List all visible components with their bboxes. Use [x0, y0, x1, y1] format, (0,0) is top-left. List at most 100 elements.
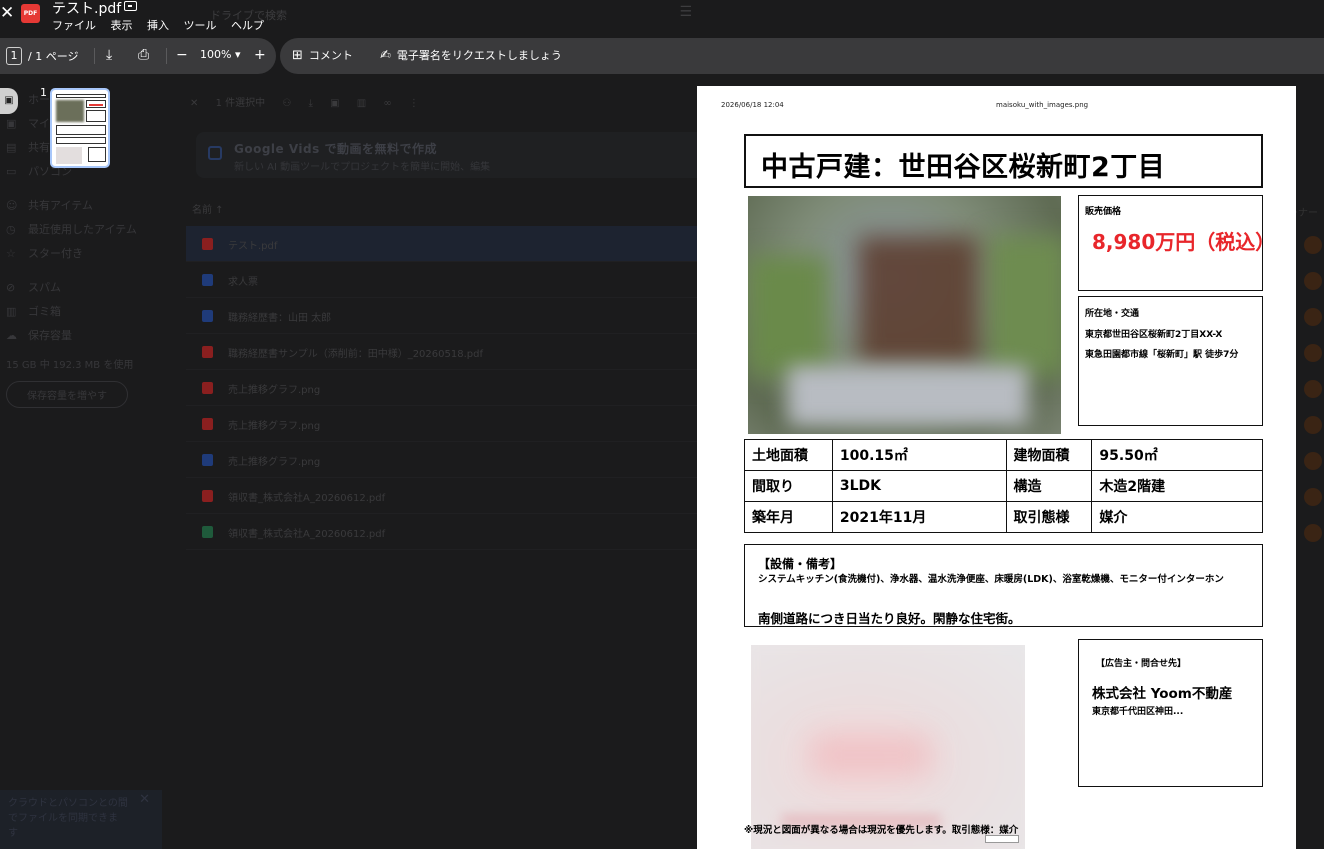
menu-insert[interactable]: 挿入: [147, 19, 169, 32]
promo-subtitle: 新しい AI 動画ツールでプロジェクトを簡単に開始、編集: [234, 162, 491, 173]
menu-bar: ファイル 表示 挿入 ツール ヘルプ: [52, 17, 275, 33]
spec-value: 木造2階建: [1091, 470, 1263, 502]
sidebar-item-label: 最近使用したアイテム: [28, 223, 137, 236]
move-to-drive-icon[interactable]: [124, 1, 137, 11]
table-row: 領収書_株式会社A_20260612.pdf: [186, 478, 706, 514]
sidebar-item-starred: ☆ スター付き: [0, 242, 165, 266]
avatar: [1304, 272, 1322, 290]
menu-file[interactable]: ファイル: [52, 19, 96, 32]
file-name: テスト.pdf: [228, 241, 278, 252]
sidebar-item-trash: ▥ ゴミ箱: [0, 300, 165, 324]
spam-icon: ⊘: [6, 281, 16, 294]
clock-icon: ◷: [6, 223, 16, 236]
table-row: 売上推移グラフ.png: [186, 406, 706, 442]
promo-title: Google Vids で動画を無料で作成: [234, 142, 437, 156]
table-row: 領収書_株式会社A_20260612.pdf: [186, 514, 706, 550]
table-row: テスト.pdf: [186, 226, 706, 262]
avatar: [1304, 452, 1322, 470]
spec-label: 間取り: [744, 470, 833, 502]
file-name: 売上推移グラフ.png: [228, 457, 321, 468]
sidebar-item-recent: ◷ 最近使用したアイテム: [0, 218, 165, 242]
column-header-name: 名前 ↑: [192, 205, 224, 216]
advertiser-name: 株式会社 Yoom不動産: [1092, 686, 1233, 702]
toolbar-divider: [94, 48, 95, 64]
vids-icon: [208, 146, 222, 160]
print-filename: maisoku_with_images.png: [996, 101, 1089, 109]
file-name: 領収書_株式会社A_20260612.pdf: [228, 529, 386, 540]
sync-notification: クラウドとパソコンとの間 でファイルを同期できま す ✕: [0, 790, 162, 849]
download-icon: ⤓: [308, 98, 313, 109]
notify-line: す: [8, 828, 18, 839]
file-name: 売上推移グラフ.png: [228, 385, 321, 396]
page-total: / 1 ページ: [28, 50, 79, 63]
thumb-notes-block: [56, 137, 106, 144]
owner-avatars: [1304, 236, 1324, 560]
zoom-in-icon[interactable]: +: [254, 46, 266, 64]
file-type-icon: [202, 382, 213, 394]
vids-promo-banner: Google Vids で動画を無料で作成 新しい AI 動画ツールでプロジェク…: [196, 132, 716, 178]
spec-label: 築年月: [744, 501, 833, 533]
file-type-icon: [202, 346, 213, 358]
file-type-icon: [202, 490, 213, 502]
page-thumbnail[interactable]: [50, 88, 110, 168]
avatar: [1304, 308, 1322, 326]
file-type-icon: [202, 274, 213, 286]
page-footer-note: ※現況と図面が異なる場合は現況を優先します。取引態様：媒介: [744, 825, 1019, 836]
notify-line: クラウドとパソコンとの間: [8, 798, 128, 809]
thumb-advertiser-block: [88, 147, 106, 162]
zoom-level-select[interactable]: 100% ▾: [200, 48, 240, 61]
viewer-titlebar: ✕ PDF テスト.pdf ファイル 表示 挿入 ツール ヘルプ: [0, 0, 400, 36]
notes-body: システムキッチン(食洗機付)、浄水器、温水洗浄便座、床暖房(LDK)、浴室乾燥機…: [758, 574, 1224, 585]
spec-label: 土地面積: [744, 439, 833, 471]
thumb-location-block: [86, 110, 106, 122]
thumbnails-toggle-icon[interactable]: ▣: [0, 88, 18, 114]
sidebar-item-storage: ☁ 保存容量: [0, 324, 165, 348]
star-icon: ☆: [6, 247, 16, 260]
zoom-out-icon[interactable]: −: [176, 46, 188, 64]
table-row: 職務経歴書サンプル（添削前：田中様）_20260518.pdf: [186, 334, 706, 370]
share-icon: ⚇: [282, 98, 292, 109]
page-controls: 1 / 1 ページ ⤓ ⎙ − 100% ▾ +: [0, 38, 276, 74]
table-row: 売上推移グラフ.png: [186, 442, 706, 478]
print-date: 2026/06/18 12:04: [721, 101, 784, 109]
download-icon[interactable]: ⤓: [106, 46, 112, 64]
annotation-controls: ⊞ コメント ✍ 電子署名をリクエストしましょう: [280, 38, 1324, 74]
selection-toolbar: ✕ 1 件選択中 ⚇ ⤓ ▣ ▥ ∞ ⋮: [190, 94, 690, 109]
comment-button[interactable]: ⊞ コメント: [292, 47, 353, 64]
avatar: [1304, 416, 1322, 434]
thumb-table-block: [56, 125, 106, 135]
location-address: 東京都世田谷区桜新町2丁目XX-X: [1085, 330, 1223, 340]
map-scale-bar: [985, 835, 1019, 843]
spec-label: 構造: [1005, 470, 1093, 502]
notes-emphasis: 南側道路につき日当たり良好。閑静な住宅街。: [758, 611, 1021, 626]
menu-view[interactable]: 表示: [111, 19, 133, 32]
spec-value: 媒介: [1091, 501, 1263, 533]
table-row: 売上推移グラフ.png: [186, 370, 706, 406]
file-name: 職務経歴書サンプル（添削前：田中様）_20260518.pdf: [228, 349, 483, 360]
clear-selection-icon: ✕: [190, 98, 199, 109]
advertiser-label: 【広告主・問合せ先】: [1096, 659, 1187, 669]
signature-icon: ✍: [380, 48, 391, 63]
thumb-map: [56, 147, 82, 164]
price-label: 販売価格: [1085, 207, 1122, 217]
location-label: 所在地・交通: [1085, 309, 1140, 319]
pdf-file-icon: PDF: [21, 4, 40, 23]
menu-help[interactable]: ヘルプ: [231, 19, 264, 32]
esignature-button[interactable]: ✍ 電子署名をリクエストしましょう: [380, 47, 562, 64]
close-icon: ✕: [139, 792, 150, 807]
menu-tools[interactable]: ツール: [184, 19, 217, 32]
price-box: 販売価格 8,980万円（税込）: [1078, 195, 1275, 291]
notes-heading: 【設備・備考】: [758, 557, 843, 571]
table-row: 築年月 2021年11月 取引態様 媒介: [744, 501, 1263, 533]
file-name: 領収書_株式会社A_20260612.pdf: [228, 493, 386, 504]
page-number-input[interactable]: 1: [6, 47, 22, 65]
shared-drive-icon: ▤: [6, 141, 17, 154]
avatar: [1304, 488, 1322, 506]
link-icon: ∞: [383, 98, 392, 109]
print-icon[interactable]: ⎙: [138, 46, 149, 64]
computer-icon: ▭: [6, 165, 17, 178]
close-viewer-button[interactable]: ✕: [0, 4, 14, 22]
spec-value: 3LDK: [831, 470, 1007, 502]
notify-line: でファイルを同期できま: [8, 813, 118, 824]
file-list: テスト.pdf 求人票 職務経歴書：山田 太郎 職務経歴書サンプル（添削前：田中様）_…: [186, 226, 706, 550]
